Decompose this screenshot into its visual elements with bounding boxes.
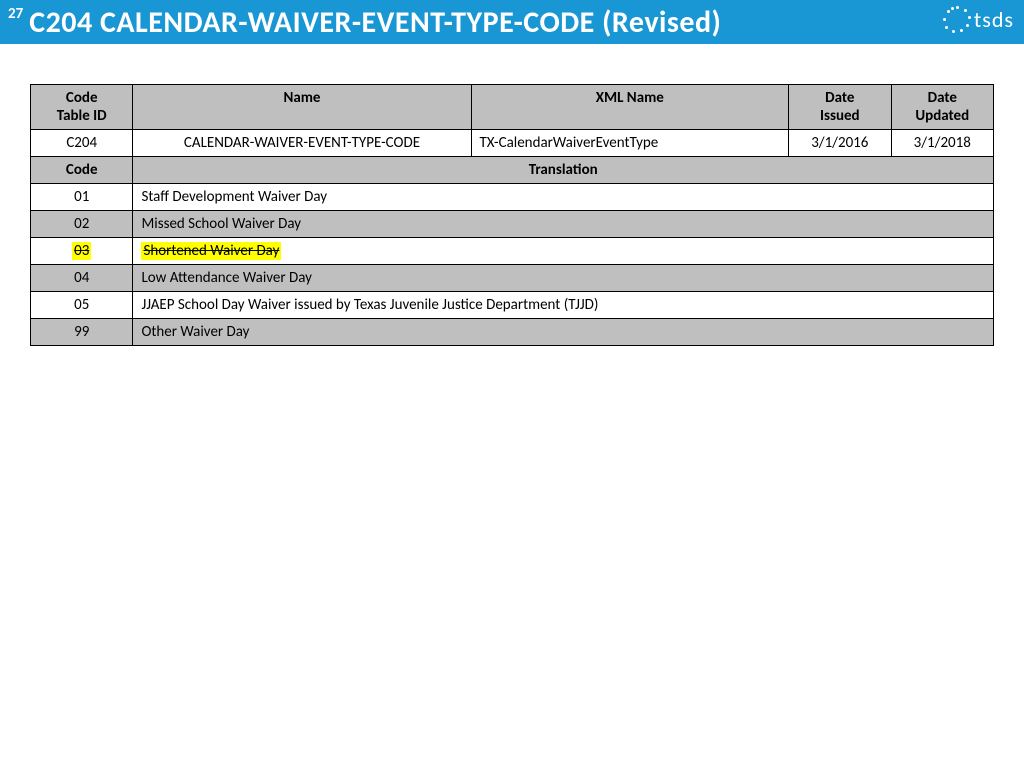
code-cell: 01 — [31, 184, 133, 211]
meta-table: Code Table ID Name XML Name Date Issued … — [30, 84, 994, 346]
meta-xml-name: TX-CalendarWaiverEventType — [471, 130, 789, 157]
table-row: 03 Shortened Waiver Day — [31, 238, 994, 265]
translation-cell: Staff Development Waiver Day — [133, 184, 994, 211]
code-cell: 99 — [31, 319, 133, 346]
meta-date-updated: 3/1/2018 — [891, 130, 993, 157]
code-header-translation: Translation — [133, 157, 994, 184]
meta-data-row: C204 CALENDAR-WAIVER-EVENT-TYPE-CODE TX-… — [31, 130, 994, 157]
page-title: C204 CALENDAR-WAIVER-EVENT-TYPE-CODE (Re… — [29, 4, 721, 41]
meta-header-row: Code Table ID Name XML Name Date Issued … — [31, 85, 994, 130]
translation-cell: Low Attendance Waiver Day — [133, 265, 994, 292]
meta-header-name: Name — [133, 85, 471, 130]
logo-text: tsds — [974, 6, 1014, 33]
meta-header-date-issued: Date Issued — [789, 85, 891, 130]
code-cell: 02 — [31, 211, 133, 238]
meta-header-code-table-id: Code Table ID — [31, 85, 133, 130]
content-area: Code Table ID Name XML Name Date Issued … — [0, 44, 1024, 386]
code-cell: 05 — [31, 292, 133, 319]
struck-code: 03 — [72, 242, 91, 260]
meta-date-issued: 3/1/2016 — [789, 130, 891, 157]
table-row: 05JJAEP School Day Waiver issued by Texa… — [31, 292, 994, 319]
meta-name: CALENDAR-WAIVER-EVENT-TYPE-CODE — [133, 130, 471, 157]
meta-header-xml-name: XML Name — [471, 85, 789, 130]
translation-cell: Missed School Waiver Day — [133, 211, 994, 238]
translation-cell: Other Waiver Day — [133, 319, 994, 346]
struck-translation: Shortened Waiver Day — [141, 242, 281, 260]
code-cell: 03 — [31, 238, 133, 265]
table-row: 01Staff Development Waiver Day — [31, 184, 994, 211]
code-header-code: Code — [31, 157, 133, 184]
table-row: 02Missed School Waiver Day — [31, 211, 994, 238]
logo: tsds — [942, 4, 1014, 34]
meta-header-date-updated: Date Updated — [891, 85, 993, 130]
table-row: 99Other Waiver Day — [31, 319, 994, 346]
code-header-row: Code Translation — [31, 157, 994, 184]
table-row: 04Low Attendance Waiver Day — [31, 265, 994, 292]
translation-cell: JJAEP School Day Waiver issued by Texas … — [133, 292, 994, 319]
page-header: 27 C204 CALENDAR-WAIVER-EVENT-TYPE-CODE … — [0, 0, 1024, 44]
page-number: 27 — [8, 5, 23, 23]
code-cell: 04 — [31, 265, 133, 292]
meta-code-table-id: C204 — [31, 130, 133, 157]
translation-cell: Shortened Waiver Day — [133, 238, 994, 265]
logo-dots-icon — [942, 4, 972, 34]
